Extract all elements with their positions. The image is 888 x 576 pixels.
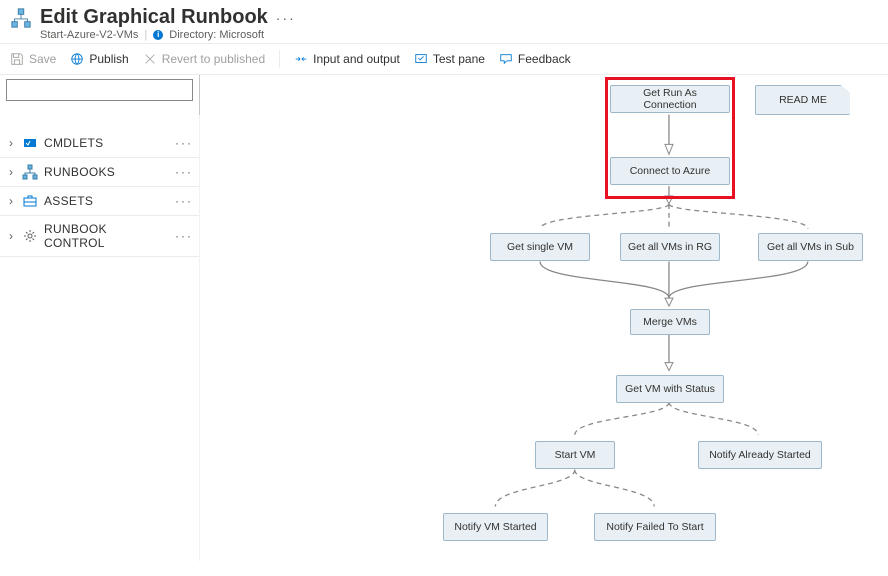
sidebar-item-label: ASSETS	[44, 194, 169, 208]
publish-button[interactable]: Publish	[70, 52, 128, 66]
page-title: Edit Graphical Runbook	[40, 6, 268, 29]
node-merge-vms[interactable]: Merge VMs	[630, 309, 710, 335]
item-more-button[interactable]: ···	[175, 165, 193, 179]
close-icon	[143, 52, 157, 66]
node-notify-vm-started[interactable]: Notify VM Started	[443, 513, 548, 541]
library-sidebar: › CMDLETS ··· › RUNBOOKS ··· › ASSETS ··…	[0, 75, 200, 561]
node-get-run-as-connection[interactable]: Get Run As Connection	[610, 85, 730, 113]
sidebar-item-cmdlets[interactable]: › CMDLETS ···	[0, 129, 199, 158]
feedback-icon	[499, 52, 513, 66]
test-icon	[414, 52, 428, 66]
page-header: Edit Graphical Runbook ··· Start-Azure-V…	[0, 0, 888, 43]
runbooks-icon	[22, 164, 38, 180]
node-get-single-vm[interactable]: Get single VM	[490, 233, 590, 261]
sidebar-item-runbooks[interactable]: › RUNBOOKS ···	[0, 158, 199, 187]
feedback-button[interactable]: Feedback	[499, 52, 571, 66]
revert-button[interactable]: Revert to published	[143, 52, 265, 66]
chevron-right-icon: ›	[6, 229, 16, 243]
runbook-name: Start-Azure-V2-VMs	[40, 29, 138, 41]
search-input[interactable]	[6, 79, 193, 101]
input-output-button[interactable]: Input and output	[294, 52, 400, 66]
io-icon	[294, 52, 308, 66]
node-readme[interactable]: READ ME	[755, 85, 850, 115]
chevron-right-icon: ›	[6, 194, 16, 208]
node-notify-failed-to-start[interactable]: Notify Failed To Start	[594, 513, 716, 541]
directory-label: Directory: Microsoft	[169, 29, 264, 41]
chevron-right-icon: ›	[6, 165, 16, 179]
gear-icon	[22, 228, 38, 244]
separator	[279, 50, 280, 68]
workflow-canvas[interactable]: Get Run As Connection Connect to Azure R…	[200, 75, 888, 561]
node-notify-already-started[interactable]: Notify Already Started	[698, 441, 822, 469]
sidebar-item-label: RUNBOOK CONTROL	[44, 222, 169, 250]
assets-icon	[22, 193, 38, 209]
chevron-right-icon: ›	[6, 136, 16, 150]
sidebar-item-label: RUNBOOKS	[44, 165, 169, 179]
save-icon	[10, 52, 24, 66]
test-pane-button[interactable]: Test pane	[414, 52, 485, 66]
command-bar: Save Publish Revert to published Input a…	[0, 43, 888, 75]
header-more-button[interactable]: ···	[276, 10, 296, 26]
sidebar-item-label: CMDLETS	[44, 136, 169, 150]
item-more-button[interactable]: ···	[175, 229, 193, 243]
node-get-vm-status[interactable]: Get VM with Status	[616, 375, 724, 403]
node-connect-to-azure[interactable]: Connect to Azure	[610, 157, 730, 185]
save-button[interactable]: Save	[10, 52, 56, 66]
cmdlet-icon	[22, 135, 38, 151]
sidebar-item-runbook-control[interactable]: › RUNBOOK CONTROL ···	[0, 216, 199, 257]
globe-icon	[70, 52, 84, 66]
runbook-icon	[10, 7, 32, 29]
node-get-all-vms-sub[interactable]: Get all VMs in Sub	[758, 233, 863, 261]
connector-layer	[200, 75, 888, 561]
node-start-vm[interactable]: Start VM	[535, 441, 615, 469]
item-more-button[interactable]: ···	[175, 194, 193, 208]
node-get-all-vms-rg[interactable]: Get all VMs in RG	[620, 233, 720, 261]
item-more-button[interactable]: ···	[175, 136, 193, 150]
info-icon: i	[153, 30, 163, 40]
sidebar-item-assets[interactable]: › ASSETS ···	[0, 187, 199, 216]
